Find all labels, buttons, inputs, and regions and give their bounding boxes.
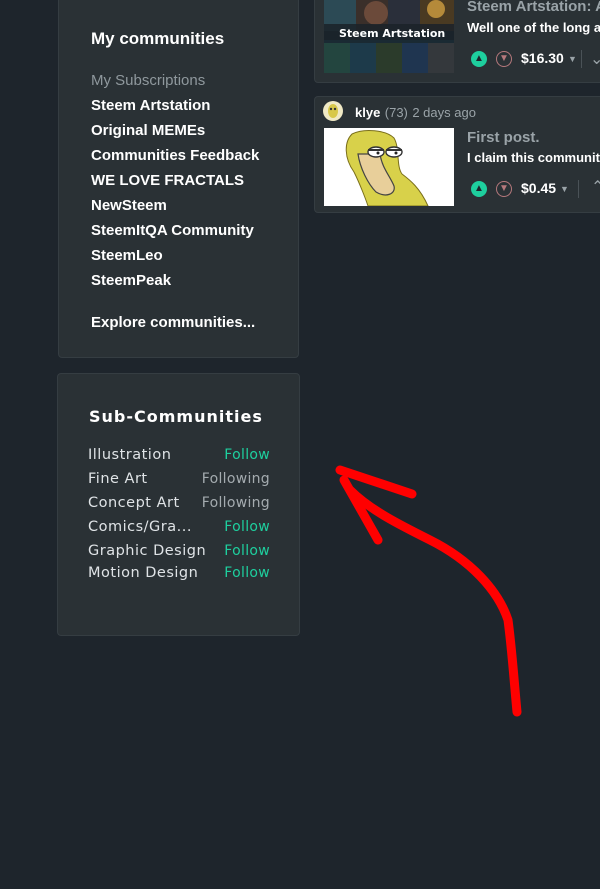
my-communities-panel: My communities My Subscriptions Steem Ar… xyxy=(58,0,299,358)
community-link[interactable]: Original MEMEs xyxy=(91,122,205,139)
post-payout[interactable]: $0.45 xyxy=(521,180,556,196)
post-time[interactable]: 2 days ago xyxy=(412,105,476,120)
divider xyxy=(581,50,582,68)
my-communities-title: My communities xyxy=(91,29,225,48)
post-thumbnail[interactable]: Steem Artstation xyxy=(324,0,454,73)
explore-communities-link[interactable]: Explore communities... xyxy=(91,314,255,331)
follow-button[interactable]: Follow xyxy=(224,519,270,535)
post-thumbnail[interactable] xyxy=(324,128,454,206)
post-title[interactable]: Steem Artstation: A xyxy=(467,0,600,15)
author-reputation: (73) xyxy=(384,105,408,120)
community-link[interactable]: Steem Artstation xyxy=(91,97,210,114)
post-card[interactable]: Steem Artstation Steem Artstation: A Wel… xyxy=(314,0,600,83)
community-link[interactable]: Communities Feedback xyxy=(91,147,259,164)
downvote-icon[interactable]: ▼ xyxy=(496,51,512,67)
sub-community-name[interactable]: Fine Art xyxy=(88,471,148,487)
following-button[interactable]: Following xyxy=(202,495,270,511)
post-excerpt[interactable]: I claim this communitu xyxy=(467,150,600,165)
community-link[interactable]: NewSteem xyxy=(91,197,167,214)
follow-button[interactable]: Follow xyxy=(224,543,270,559)
sub-community-name[interactable]: Illustration xyxy=(88,447,171,463)
community-link[interactable]: SteemPeak xyxy=(91,272,171,289)
follow-button[interactable]: Follow xyxy=(224,565,270,581)
post-payout[interactable]: $16.30 xyxy=(521,50,564,66)
follow-button[interactable]: Follow xyxy=(224,447,270,463)
caret-down-icon[interactable]: ▼ xyxy=(560,184,569,194)
downvote-icon[interactable]: ▼ xyxy=(496,181,512,197)
sub-community-name[interactable]: Graphic Design xyxy=(88,543,206,559)
sub-community-name[interactable]: Comics/Gra... xyxy=(88,519,192,535)
caret-down-icon[interactable]: ▼ xyxy=(568,54,577,64)
sub-community-name[interactable]: Concept Art xyxy=(88,495,180,511)
thumbnail-caption: Steem Artstation xyxy=(339,27,446,40)
community-link[interactable]: WE LOVE FRACTALS xyxy=(91,172,244,189)
sub-communities-title: Sub-Communities xyxy=(89,407,263,426)
reply-icon[interactable]: ⌃ xyxy=(591,177,600,197)
post-author[interactable]: klye xyxy=(355,105,380,120)
post-meta: klye (73) 2 days ago xyxy=(355,104,476,122)
post-title[interactable]: First post. xyxy=(467,129,540,146)
post-card[interactable]: klye (73) 2 days ago First post. I claim… xyxy=(314,96,600,213)
community-link[interactable]: SteemItQA Community xyxy=(91,222,254,239)
divider xyxy=(578,180,579,198)
sub-community-name[interactable]: Motion Design xyxy=(88,565,198,581)
upvote-icon[interactable]: ▲ xyxy=(471,181,487,197)
reply-icon[interactable]: ⌄ xyxy=(590,49,600,69)
upvote-icon[interactable]: ▲ xyxy=(471,51,487,67)
sub-communities-panel: Sub-Communities Illustration Follow Fine… xyxy=(57,373,300,636)
my-subscriptions-heading: My Subscriptions xyxy=(91,72,206,89)
following-button[interactable]: Following xyxy=(202,471,270,487)
post-excerpt[interactable]: Well one of the long aw xyxy=(467,20,600,35)
avatar[interactable] xyxy=(323,101,343,121)
community-link[interactable]: SteemLeo xyxy=(91,247,163,264)
